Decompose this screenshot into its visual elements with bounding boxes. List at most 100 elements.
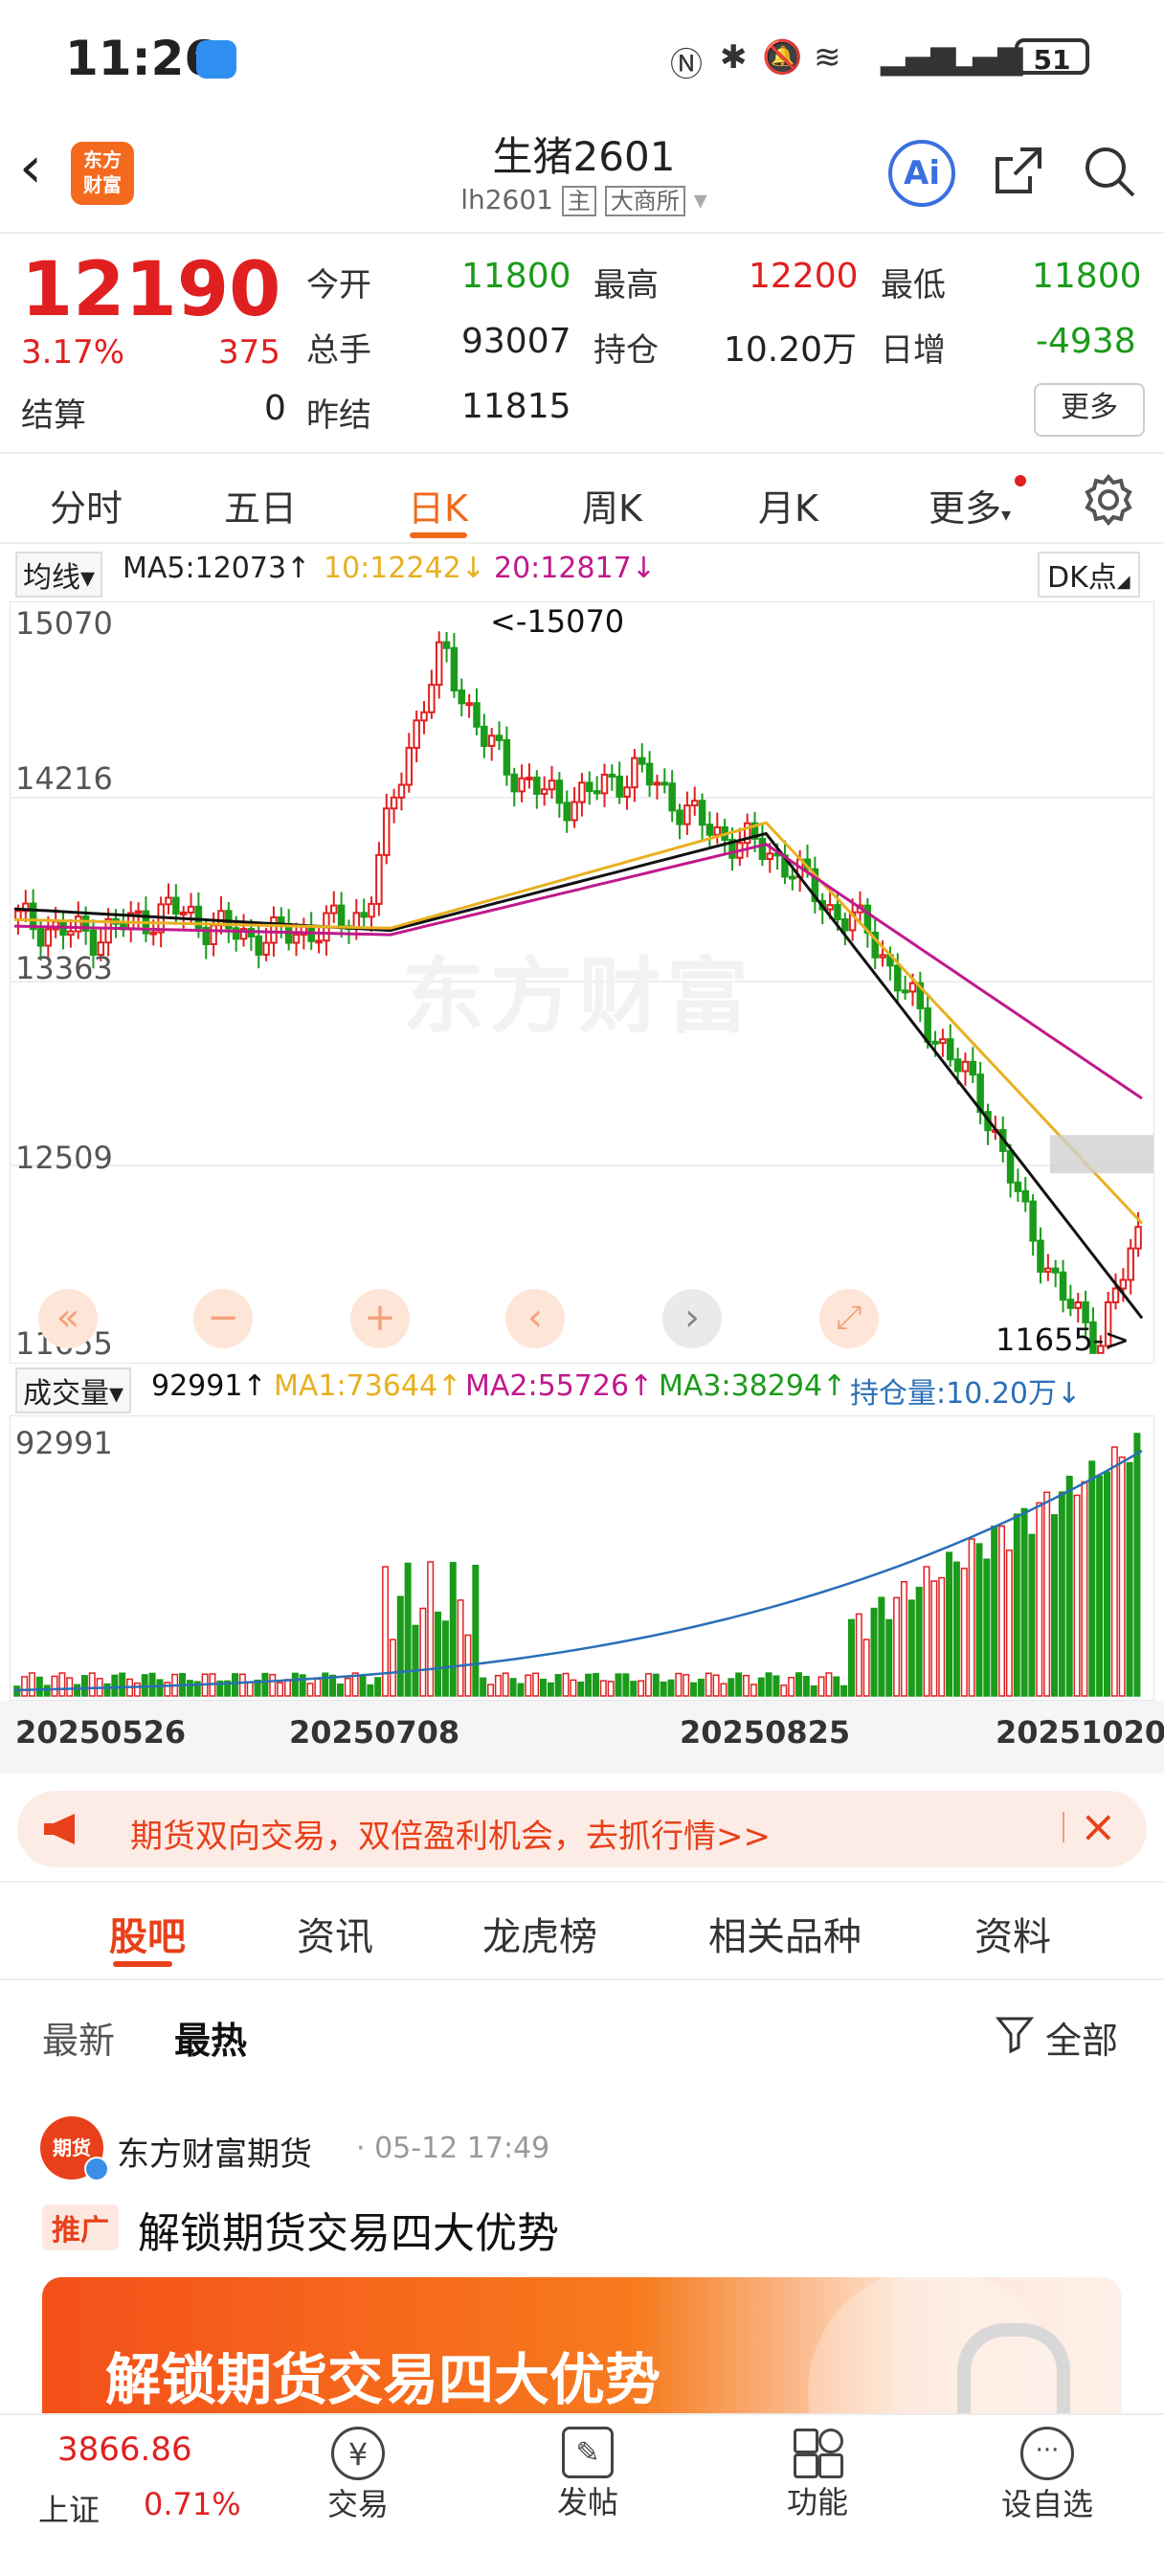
open-value: 11800 [461, 257, 571, 296]
candle-body [510, 773, 518, 793]
candle-body [608, 773, 616, 779]
volume-bar [156, 1679, 164, 1697]
volume-bar [690, 1682, 698, 1697]
subtab-guba[interactable]: 股吧 [109, 1906, 186, 1961]
candle-body [292, 934, 301, 944]
volume-bar [103, 1683, 111, 1697]
more-button[interactable]: 更多 [1034, 383, 1145, 437]
candle-body [1021, 1189, 1030, 1203]
ma-selector[interactable]: 均线▾ [15, 552, 103, 598]
back-arrow-icon[interactable]: ‹ [19, 134, 42, 201]
sort-latest[interactable]: 最新 [42, 2011, 115, 2064]
volume-bar [441, 1620, 449, 1697]
contract-subtitle[interactable]: lh2601 主 大商所 ▾ [364, 184, 804, 216]
candle-body [458, 689, 466, 705]
settle-value: 0 [264, 389, 286, 428]
index-value[interactable]: 3866.86 [57, 2430, 192, 2469]
candle-body [1066, 1299, 1075, 1309]
oi-value: 10.20万 [724, 330, 858, 370]
volume-bar [21, 1676, 29, 1697]
tab-monthly-k[interactable]: 月K [758, 479, 818, 531]
volume-bar [1088, 1460, 1096, 1697]
candle-body [67, 930, 75, 937]
vol-ma3: MA3:38294↑ [659, 1369, 847, 1403]
bluetooth-icon: ✱ [720, 38, 748, 77]
tab-five-day[interactable]: 五日 [224, 479, 297, 531]
volume-bar [728, 1678, 735, 1697]
volume-bar [502, 1672, 509, 1697]
trade-icon: ¥ [331, 2427, 385, 2480]
share-icon[interactable] [992, 144, 1045, 197]
dk-button[interactable]: DK点◢ [1038, 552, 1140, 598]
sort-hot[interactable]: 最热 [174, 2011, 247, 2064]
subtab-indicator [113, 1961, 172, 1967]
volume-bar [802, 1675, 810, 1697]
volume-bar [915, 1587, 923, 1697]
volume-bar [80, 1675, 88, 1697]
filter-label[interactable]: 全部 [1045, 2011, 1118, 2064]
fullscreen-icon[interactable]: ⤢ [819, 1289, 879, 1348]
candle-body [413, 719, 420, 749]
candle-body [698, 800, 706, 826]
candle-body [1051, 1267, 1060, 1274]
candle-body [766, 852, 774, 861]
megaphone-icon [44, 1814, 75, 1844]
volume-bar [28, 1672, 35, 1697]
volume-bar [907, 1599, 915, 1697]
nav-trade[interactable]: ¥ 交易 [281, 2427, 435, 2524]
subtab-news[interactable]: 资讯 [297, 1906, 373, 1961]
volume-bar [396, 1595, 404, 1697]
nfc-icon: Ⓝ [670, 46, 703, 84]
volume-selector[interactable]: 成交量▾ [15, 1367, 132, 1413]
post-title[interactable]: 解锁期货交易四大优势 [138, 2199, 559, 2260]
zoom-in-icon[interactable]: + [350, 1289, 410, 1348]
candle-body [660, 781, 669, 786]
volume-bar [720, 1683, 728, 1697]
post-author[interactable]: 东方财富期货 [117, 2128, 312, 2175]
nav-watchlist[interactable]: ··· 设自选 [971, 2427, 1124, 2524]
candle-body [1037, 1239, 1044, 1274]
tab-intraday[interactable]: 分时 [50, 479, 123, 531]
volume-bar [231, 1673, 238, 1697]
subtab-dragon-tiger[interactable]: 龙虎榜 [482, 1906, 597, 1961]
nav-post[interactable]: ✎ 发帖 [511, 2427, 664, 2522]
candle-body [134, 910, 143, 915]
volume-bar [622, 1673, 630, 1697]
volume-bar [750, 1683, 757, 1697]
fast-back-icon[interactable]: « [38, 1289, 98, 1348]
close-icon[interactable]: × [1080, 1800, 1117, 1852]
candle-body [705, 824, 714, 836]
volume-bar [404, 1562, 412, 1697]
subtab-related[interactable]: 相关品种 [708, 1906, 862, 1961]
volume-bar [983, 1558, 991, 1697]
gear-icon[interactable] [1082, 473, 1135, 527]
volume-chart[interactable] [10, 1415, 1154, 1701]
candle-body [375, 853, 383, 905]
chevron-left-icon[interactable]: ‹ [505, 1289, 565, 1348]
tab-more-label: 更多 [929, 487, 1002, 530]
subtab-info[interactable]: 资料 [974, 1906, 1051, 1961]
volume-bar [772, 1675, 780, 1697]
volume-bar [675, 1672, 683, 1697]
volume-bar [952, 1561, 960, 1697]
tab-weekly-k[interactable]: 周K [582, 479, 642, 531]
contract-code: lh2601 [460, 184, 553, 215]
zoom-out-icon[interactable]: − [193, 1289, 253, 1348]
filter-icon[interactable] [996, 2015, 1034, 2053]
nav-functions[interactable]: 功能 [741, 2427, 894, 2522]
tab-more[interactable]: 更多▾ [929, 479, 1011, 531]
oi-label: 持仓 [593, 331, 659, 370]
volume-bar [389, 1638, 396, 1697]
volume-bar [509, 1678, 517, 1697]
candle-body [593, 790, 601, 795]
volume-bar [757, 1677, 765, 1697]
banner-text[interactable]: 期货双向交易，双倍盈利机会，去抓行情>> [130, 1810, 771, 1857]
search-icon[interactable] [1082, 144, 1137, 199]
volume-bar [960, 1568, 968, 1697]
volume-bar [862, 1638, 870, 1697]
candle-body [487, 734, 496, 747]
candle-body [1111, 1287, 1120, 1303]
ai-button[interactable]: Ai [888, 140, 955, 207]
tab-daily-k[interactable]: 日K [408, 479, 468, 531]
chevron-right-icon[interactable]: › [662, 1289, 722, 1348]
